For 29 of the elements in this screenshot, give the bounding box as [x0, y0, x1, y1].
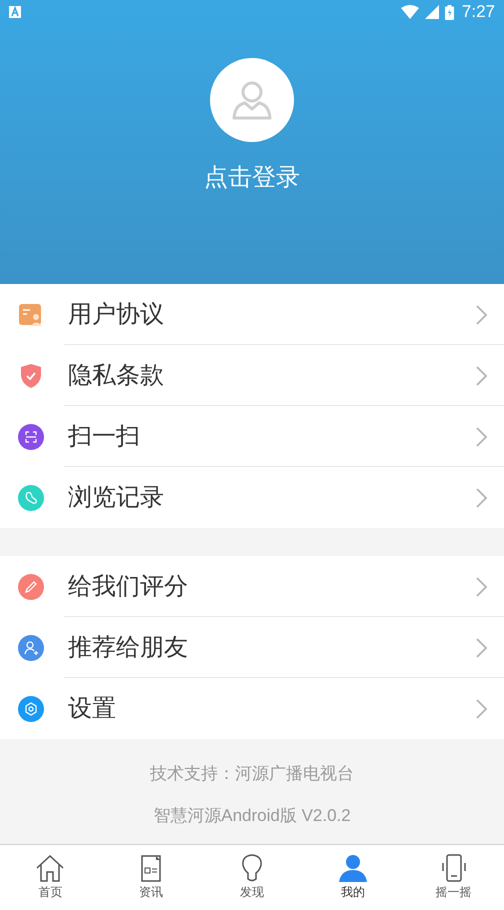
signal-icon: [424, 5, 439, 19]
chevron-icon: [476, 426, 488, 446]
menu-item[interactable]: 浏览记录: [0, 467, 504, 528]
chevron-icon: [476, 488, 488, 508]
menu-item[interactable]: 设置: [0, 678, 504, 739]
status-time: 7:27: [462, 1, 495, 24]
app-notification-icon: [9, 6, 21, 18]
menu-item[interactable]: 给我们评分: [0, 556, 504, 617]
home-icon: [35, 853, 66, 883]
wifi-icon: [400, 5, 419, 19]
chevron-icon: [476, 576, 488, 596]
tab[interactable]: 摇一摇: [403, 845, 504, 910]
chevron-icon: [476, 304, 488, 324]
tab[interactable]: 我的: [302, 845, 404, 910]
chevron-icon: [476, 638, 488, 658]
support-text: 技术支持：河源广播电视台: [150, 763, 354, 785]
menu-item[interactable]: 隐私条款: [0, 345, 504, 406]
battery-icon: [444, 4, 454, 20]
person-icon: [338, 853, 368, 883]
version-text: 智慧河源Android版 V2.0.2: [153, 804, 351, 826]
tab[interactable]: 发现: [202, 845, 302, 910]
chevron-icon: [476, 698, 488, 718]
menu-item[interactable]: 推荐给朋友: [0, 617, 504, 678]
tab[interactable]: 首页: [0, 845, 101, 910]
tab[interactable]: 资讯: [100, 845, 202, 910]
menu-item[interactable]: 扫一扫: [0, 406, 504, 467]
user-silhouette-icon: [231, 80, 273, 120]
chevron-icon: [476, 366, 488, 386]
menu-item[interactable]: 用户协议: [0, 284, 504, 345]
